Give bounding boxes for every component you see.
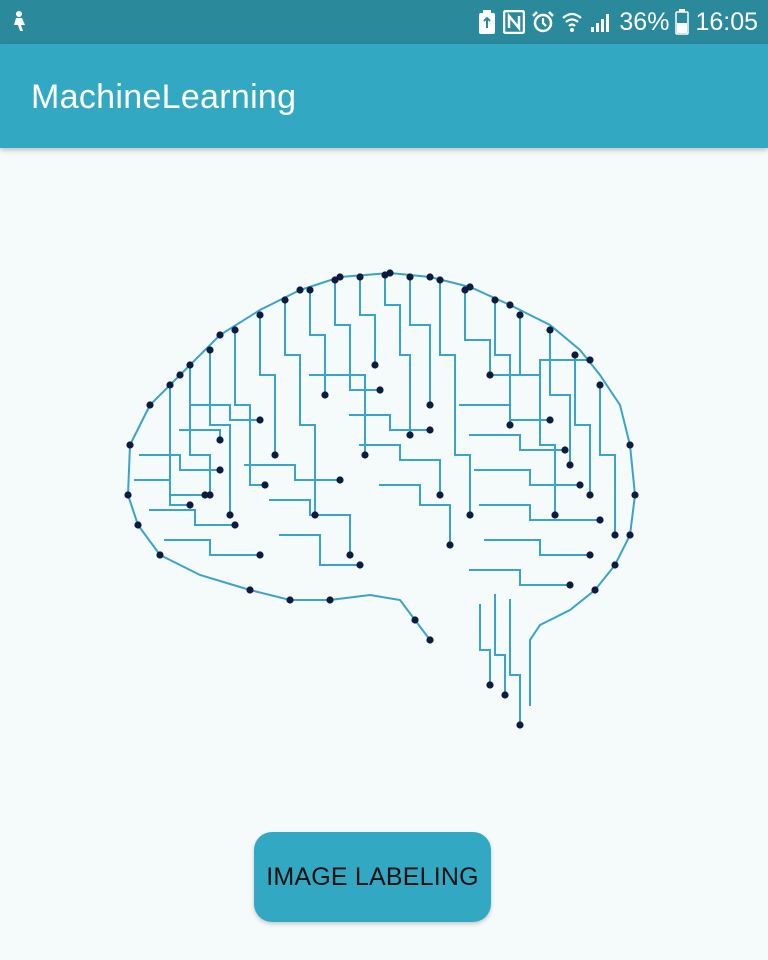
- circuit-node: [576, 481, 584, 489]
- circuit-node: [516, 721, 524, 729]
- circuit-node: [426, 426, 434, 434]
- circuit-node: [376, 386, 384, 394]
- circuit-node: [426, 636, 434, 644]
- circuit-node: [406, 431, 414, 439]
- circuit-node: [436, 491, 444, 499]
- circuit-node: [336, 273, 344, 281]
- circuit-node: [626, 531, 634, 539]
- circuit-node: [446, 541, 454, 549]
- nfc-icon: [503, 10, 526, 34]
- circuit-node: [566, 461, 574, 469]
- circuit-node: [356, 561, 364, 569]
- circuit-node: [134, 521, 142, 529]
- clock: 16:05: [695, 7, 758, 36]
- circuit-node: [491, 296, 499, 304]
- circuit-node: [466, 511, 474, 519]
- circuit-node: [406, 273, 414, 281]
- circuit-node: [166, 381, 174, 389]
- circuit-node: [281, 296, 289, 304]
- circuit-node: [124, 491, 132, 499]
- circuit-node: [186, 361, 194, 369]
- circuit-node: [231, 521, 239, 529]
- circuit-node: [326, 596, 334, 604]
- notification-icon: [10, 9, 30, 38]
- circuit-node: [586, 356, 594, 364]
- circuit-node: [176, 371, 184, 379]
- circuit-node: [231, 326, 239, 334]
- circuit-node: [546, 416, 554, 424]
- battery-icon: [675, 9, 690, 35]
- circuit-node: [256, 416, 264, 424]
- circuit-node: [626, 441, 634, 449]
- circuit-node: [546, 326, 554, 334]
- circuit-node: [271, 451, 279, 459]
- circuit-node: [591, 586, 599, 594]
- circuit-node: [246, 586, 254, 594]
- circuit-node: [156, 551, 164, 559]
- circuit-node: [126, 441, 134, 449]
- battery-percent: 36%: [619, 7, 670, 36]
- circuit-node: [506, 301, 514, 309]
- circuit-node: [551, 511, 559, 519]
- circuit-node: [371, 361, 379, 369]
- circuit-node: [186, 501, 194, 509]
- circuit-node: [596, 516, 604, 524]
- status-bar: 36% 16:05: [0, 0, 768, 44]
- circuit-node: [286, 596, 294, 604]
- circuit-node: [411, 616, 419, 624]
- circuit-node: [201, 491, 209, 499]
- circuit-node: [311, 511, 319, 519]
- circuit-brain-icon: [110, 255, 660, 755]
- circuit-node: [226, 511, 234, 519]
- battery-saver-icon: [477, 9, 497, 35]
- circuit-node: [596, 381, 604, 389]
- circuit-node: [486, 681, 494, 689]
- circuit-node: [361, 451, 369, 459]
- alarm-icon: [531, 10, 555, 34]
- wifi-icon: [561, 10, 583, 34]
- circuit-node: [306, 286, 314, 294]
- circuit-node: [336, 476, 344, 484]
- circuit-node: [216, 436, 224, 444]
- circuit-node: [436, 276, 444, 284]
- circuit-node: [516, 311, 524, 319]
- circuit-node: [346, 551, 354, 559]
- circuit-node: [261, 481, 269, 489]
- circuit-node: [631, 491, 639, 499]
- circuit-node: [586, 551, 594, 559]
- circuit-node: [216, 331, 224, 339]
- circuit-node: [486, 371, 494, 379]
- circuit-node: [356, 273, 364, 281]
- image-labeling-button[interactable]: IMAGE LABELING: [254, 832, 491, 922]
- circuit-node: [146, 401, 154, 409]
- circuit-node: [296, 286, 304, 294]
- circuit-node: [611, 531, 619, 539]
- circuit-node: [256, 311, 264, 319]
- circuit-node: [566, 581, 574, 589]
- circuit-node: [321, 391, 329, 399]
- circuit-node: [561, 446, 569, 454]
- circuit-node: [386, 269, 394, 277]
- circuit-node: [611, 561, 619, 569]
- circuit-node: [426, 273, 434, 281]
- circuit-node: [571, 351, 579, 359]
- circuit-node: [216, 466, 224, 474]
- circuit-node: [586, 491, 594, 499]
- circuit-node: [206, 346, 214, 354]
- circuit-node: [466, 283, 474, 291]
- circuit-node: [506, 421, 514, 429]
- circuit-node: [426, 401, 434, 409]
- app-title: MachineLearning: [31, 78, 297, 116]
- circuit-node: [501, 691, 509, 699]
- signal-icon: [589, 10, 613, 34]
- circuit-node: [256, 551, 264, 559]
- app-bar: MachineLearning: [0, 44, 768, 148]
